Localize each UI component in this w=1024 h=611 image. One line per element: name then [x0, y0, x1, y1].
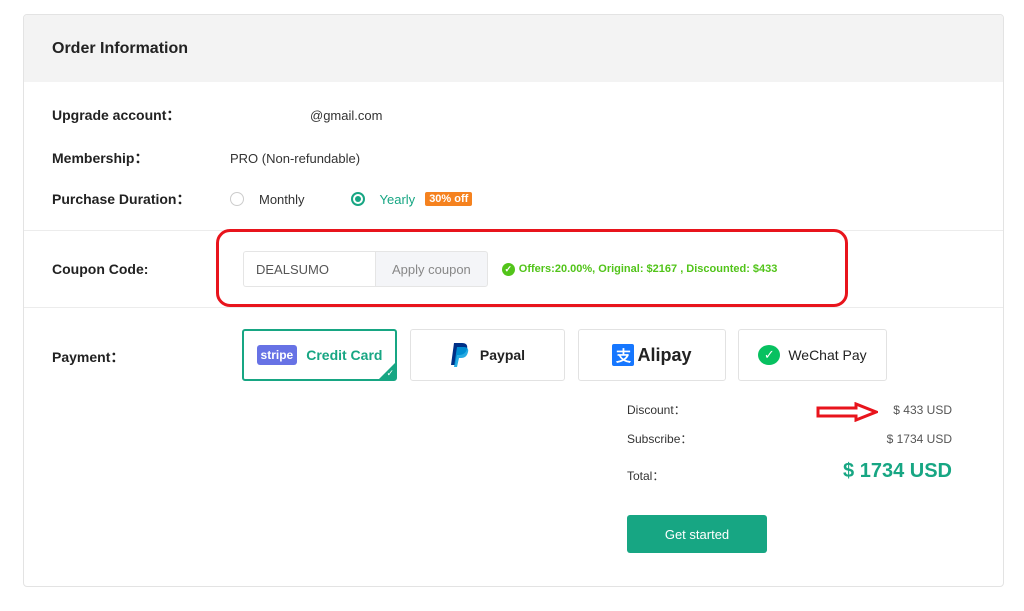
- alipay-logo-icon: 支: [612, 344, 635, 366]
- purchase-duration-label: Purchase Duration：: [52, 191, 191, 207]
- upgrade-account-row: Upgrade account： @gmail.com: [52, 105, 382, 125]
- coupon-input[interactable]: [243, 251, 375, 287]
- payment-option-alipay[interactable]: 支 Alipay: [578, 329, 726, 381]
- total-value: $ 1734 USD: [843, 460, 952, 482]
- coupon-label: Coupon Code:: [52, 261, 149, 277]
- payment-option-label: Credit Card: [306, 347, 383, 363]
- page-title: Order Information: [52, 39, 189, 57]
- annotation-arrow-icon: [816, 402, 878, 422]
- discount-label: Discount：: [627, 403, 686, 417]
- coupon-status: ✓ Offers:20.00%, Original: $2167 , Disco…: [501, 262, 778, 276]
- upgrade-account-value: @gmail.com: [310, 107, 383, 123]
- radio-yearly[interactable]: Yearly: [350, 191, 416, 207]
- radio-monthly[interactable]: Monthly: [230, 192, 305, 207]
- radio-yearly-label: Yearly: [379, 191, 416, 207]
- coupon-status-text: Offers:20.00%, Original: $2167 , Discoun…: [518, 263, 778, 275]
- get-started-button[interactable]: Get started: [627, 515, 767, 553]
- check-icon: ✓: [386, 368, 394, 378]
- membership-label: Membership：: [52, 150, 149, 166]
- radio-dot[interactable]: [350, 192, 365, 206]
- divider: [24, 307, 1003, 308]
- payment-option-label: Alipay: [637, 344, 692, 365]
- membership-value: PRO (Non-refundable): [230, 150, 361, 166]
- upgrade-account-label: Upgrade account：: [52, 107, 181, 123]
- stripe-logo-icon: stripe: [256, 345, 298, 365]
- total-label: Total：: [627, 469, 665, 483]
- payment-option-label: WeChat Pay: [788, 347, 867, 363]
- payment-option-wechat[interactable]: ✓ WeChat Pay: [738, 329, 887, 381]
- total-row: Total： $ 1734 USD: [627, 459, 952, 484]
- wechat-logo-icon: ✓: [758, 345, 781, 365]
- subscribe-value: $ 1734 USD: [886, 431, 952, 446]
- payment-option-credit-card[interactable]: stripe Credit Card ✓: [242, 329, 397, 381]
- coupon-box: Apply coupon ✓ Offers:20.00%, Original: …: [243, 251, 777, 287]
- subscribe-label: Subscribe：: [627, 432, 693, 446]
- subscribe-row: Subscribe： $ 1734 USD: [627, 430, 952, 447]
- payment-label: Payment：: [52, 349, 125, 365]
- card-header: Order Information: [24, 15, 1003, 82]
- check-circle-icon: ✓: [501, 262, 515, 276]
- purchase-duration-row: Purchase Duration： Monthly Yearly 30% of…: [52, 189, 473, 209]
- payment-row: Payment：: [52, 347, 230, 367]
- discount-row: Discount： $ 433 USD: [627, 401, 952, 418]
- membership-row: Membership： PRO (Non-refundable): [52, 148, 360, 168]
- coupon-row: Coupon Code: Apply coupon ✓ Offers:20.00…: [52, 251, 777, 287]
- apply-coupon-button[interactable]: Apply coupon: [375, 251, 488, 287]
- discount-badge: 30% off: [425, 192, 473, 206]
- payment-option-paypal[interactable]: Paypal: [410, 329, 565, 381]
- discount-value: $ 433 USD: [893, 402, 952, 417]
- divider: [24, 230, 1003, 231]
- paypal-logo-icon: [450, 343, 469, 367]
- radio-monthly-label: Monthly: [259, 191, 305, 207]
- order-information-card: Order Information Upgrade account： @gmai…: [23, 14, 1004, 587]
- payment-option-label: Paypal: [479, 347, 526, 363]
- radio-dot[interactable]: [230, 192, 244, 206]
